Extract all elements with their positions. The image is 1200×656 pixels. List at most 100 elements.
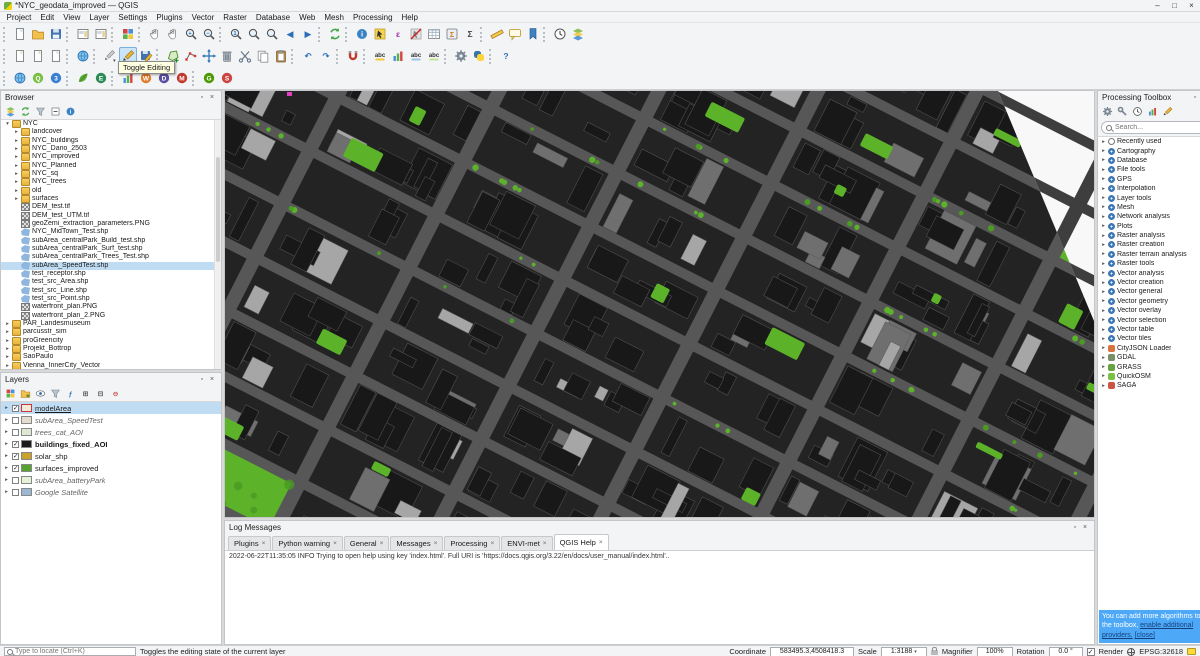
toolbox-search-input[interactable]	[1115, 124, 1200, 131]
menu-settings[interactable]: Settings	[114, 12, 152, 23]
qgis2threejs-icon[interactable]: 3	[47, 69, 65, 87]
browser-refresh-icon[interactable]	[18, 105, 32, 119]
menu-project[interactable]: Project	[2, 12, 36, 23]
tab-close-icon[interactable]: ×	[262, 540, 266, 547]
browser-properties-icon[interactable]: i	[63, 105, 77, 119]
toolbox-group-gdal[interactable]: ▸GDAL	[1098, 353, 1200, 362]
vertex-tool-icon[interactable]	[182, 47, 200, 65]
toolbox-group-file-tools[interactable]: ▸File tools	[1098, 165, 1200, 174]
toolbox-float-icon[interactable]: ▫	[1190, 91, 1200, 104]
expander-icon[interactable]: ▸	[1100, 261, 1107, 267]
measure-line-icon[interactable]	[488, 25, 506, 43]
expander-icon[interactable]: ▾	[4, 120, 11, 128]
toolbox-group-vector-table[interactable]: ▸Vector table	[1098, 325, 1200, 334]
expander-icon[interactable]: ▸	[1100, 148, 1107, 154]
browser-add-selected-layers-icon[interactable]	[3, 105, 17, 119]
expander-icon[interactable]: ▸	[13, 178, 20, 186]
saga-tools-icon[interactable]: S	[218, 69, 236, 87]
select-by-expression-icon[interactable]: ε	[389, 25, 407, 43]
new-geopackage-layer-icon[interactable]	[29, 47, 47, 65]
browser-scrollbar[interactable]	[214, 120, 221, 369]
expander-icon[interactable]: ▸	[3, 429, 10, 435]
expander-icon[interactable]: ▸	[1100, 242, 1107, 248]
expander-icon[interactable]: ▸	[4, 328, 11, 336]
zoom-next-icon[interactable]: ▶	[299, 25, 317, 43]
change-label-icon[interactable]: abc	[425, 47, 443, 65]
expander-icon[interactable]: ▸	[13, 145, 20, 153]
select-features-icon[interactable]	[371, 25, 389, 43]
log-tab-general[interactable]: General×	[344, 536, 389, 550]
browser-item-dem-test-utm-tif[interactable]: DEM_test_UTM.tif	[1, 212, 221, 220]
tab-close-icon[interactable]: ×	[380, 540, 384, 547]
zoom-full-icon[interactable]	[245, 25, 263, 43]
expander-icon[interactable]: ▸	[13, 128, 20, 136]
expand-all-icon[interactable]: ⊞	[78, 387, 92, 401]
toolbox-group-vector-analysis[interactable]: ▸Vector analysis	[1098, 268, 1200, 277]
browser-item-nyc-planned[interactable]: ▸NYC_Planned	[1, 162, 221, 170]
expander-icon[interactable]: ▸	[3, 453, 10, 459]
open-layer-styling-panel-icon[interactable]	[3, 387, 17, 401]
expander-icon[interactable]: ▸	[13, 153, 20, 161]
delete-selected-icon[interactable]	[218, 47, 236, 65]
open-attribute-table-icon[interactable]	[425, 25, 443, 43]
manage-map-themes-icon[interactable]	[33, 387, 47, 401]
menu-view[interactable]: View	[59, 12, 85, 23]
browser-item-nyc[interactable]: ▾NYC	[1, 120, 221, 128]
layers-close-icon[interactable]: ×	[207, 373, 217, 386]
filter-legend-by-expression-icon[interactable]: ƒ	[63, 387, 77, 401]
move-label-icon[interactable]: abc	[407, 47, 425, 65]
crs-value[interactable]: EPSG:32618	[1139, 647, 1183, 656]
menu-help[interactable]: Help	[397, 12, 422, 23]
toolbar-handle[interactable]	[3, 71, 8, 86]
layer-item-buildings-fixed-aoi[interactable]: ▸✓buildings_fixed_AOI	[1, 438, 221, 450]
map-canvas[interactable]	[224, 90, 1095, 518]
browser-item-projekt-bottrop[interactable]: ▸Projekt_Bottrop	[1, 345, 221, 353]
new-print-layout-icon[interactable]	[74, 25, 92, 43]
toolbar-handle[interactable]	[3, 27, 8, 42]
menu-edit[interactable]: Edit	[36, 12, 59, 23]
new-virtual-layer-icon[interactable]	[47, 47, 65, 65]
expander-icon[interactable]: ▸	[4, 362, 11, 369]
browser-item-parcusstr-sim[interactable]: ▸parcusstr_sim	[1, 328, 221, 336]
python-console-icon[interactable]	[470, 47, 488, 65]
tab-close-icon[interactable]: ×	[434, 540, 438, 547]
identify-features-icon[interactable]: i	[353, 25, 371, 43]
pan-map-icon[interactable]	[146, 25, 164, 43]
toolbox-group-vector-tiles[interactable]: ▸Vector tiles	[1098, 334, 1200, 343]
toolbox-group-raster-creation[interactable]: ▸Raster creation	[1098, 240, 1200, 249]
browser-item-waterfront-plan-png[interactable]: waterfront_plan.PNG	[1, 303, 221, 311]
field-calculator-icon[interactable]: Σ	[443, 25, 461, 43]
menu-database[interactable]: Database	[251, 12, 294, 23]
snapping-options-icon[interactable]	[344, 47, 362, 65]
browser-item-test-src-point-shp[interactable]: test_src_Point.shp	[1, 295, 221, 303]
expander-icon[interactable]: ▸	[1100, 176, 1107, 182]
paste-features-icon[interactable]	[272, 47, 290, 65]
layers-float-icon[interactable]: ▫	[197, 373, 207, 386]
browser-item-nyc-sq[interactable]: ▸NYC_sq	[1, 170, 221, 178]
open-project-icon[interactable]	[29, 25, 47, 43]
zoom-out-icon[interactable]: −	[200, 25, 218, 43]
expander-icon[interactable]: ▸	[4, 353, 11, 361]
browser-item-nyc-midtown-test-shp[interactable]: NYC_MidTown_Test.shp	[1, 228, 221, 236]
log-tab-python-warning[interactable]: Python warning×	[272, 536, 343, 550]
maximize-button[interactable]: □	[1166, 0, 1183, 12]
expander-icon[interactable]: ▸	[1100, 280, 1107, 286]
toolbox-group-mesh[interactable]: ▸Mesh	[1098, 203, 1200, 212]
notice-close-link[interactable]: [close]	[1135, 632, 1155, 639]
filter-legend-icon[interactable]	[48, 387, 62, 401]
log-tab-messages[interactable]: Messages×	[390, 536, 443, 550]
browser-close-icon[interactable]: ×	[207, 91, 217, 104]
toolbox-group-layer-tools[interactable]: ▸Layer tools	[1098, 193, 1200, 202]
expander-icon[interactable]: ▸	[3, 477, 10, 483]
map-tips-icon[interactable]	[506, 25, 524, 43]
toolbox-group-vector-selection[interactable]: ▸Vector selection	[1098, 315, 1200, 324]
expander-icon[interactable]: ▸	[1100, 289, 1107, 295]
toolbox-group-database[interactable]: ▸Database	[1098, 156, 1200, 165]
processing-toolbox-toggle-icon[interactable]	[452, 47, 470, 65]
browser-item-geozemi-extraction-parameters-png[interactable]: geoZemi_extraction_parameters.PNG	[1, 220, 221, 228]
browser-filter-icon[interactable]	[33, 105, 47, 119]
layer-checkbox[interactable]	[12, 429, 19, 436]
refresh-map-icon[interactable]	[326, 25, 344, 43]
tab-close-icon[interactable]: ×	[543, 540, 547, 547]
help-contents-icon[interactable]: ?	[497, 47, 515, 65]
